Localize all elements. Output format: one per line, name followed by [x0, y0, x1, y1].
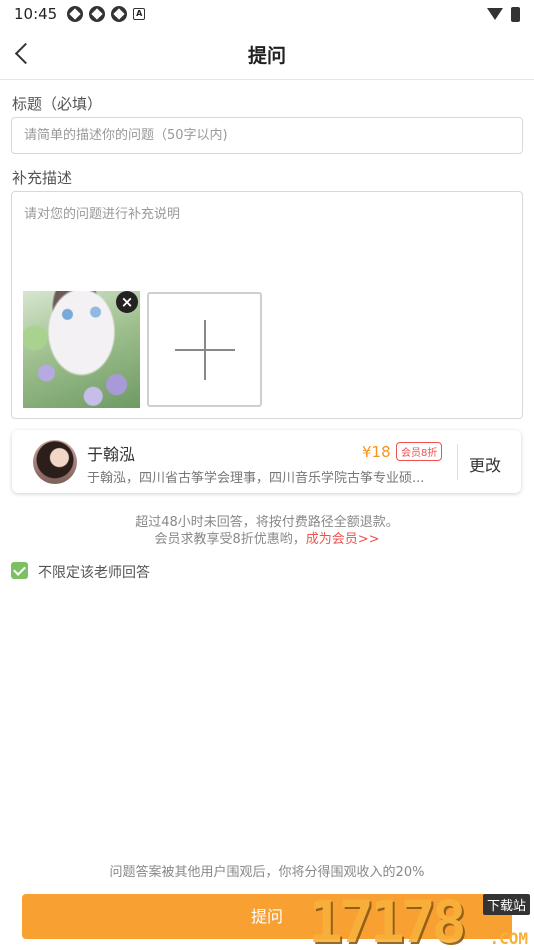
description-label: 补充描述	[12, 169, 73, 187]
unrestricted-label[interactable]: 不限定该老师回答	[38, 562, 150, 582]
description-placeholder: 请对您的问题进行补充说明	[24, 207, 181, 222]
status-bar: 10:45 A	[0, 0, 534, 28]
watermark-badge: 下载站	[482, 894, 530, 915]
teacher-card: 于翰泓 ¥18 会员8折 于翰泓，四川省古筝学会理事，四川音乐学院古筝专业硕..…	[12, 430, 521, 493]
notification-icon	[89, 6, 106, 22]
add-photo-button[interactable]	[147, 292, 262, 407]
title-label: 标题（必填）	[12, 95, 103, 113]
watermark-number: 17178	[308, 888, 467, 950]
teacher-price: ¥18	[362, 443, 391, 461]
become-member-link[interactable]: 成为会员>>	[306, 532, 380, 547]
remove-photo-icon[interactable]: ×	[116, 291, 138, 313]
revenue-note: 问题答案被其他用户围观后，你将分得围观收入的20%	[109, 865, 425, 880]
a-notification-icon: A	[133, 8, 146, 20]
description-textarea[interactable]: 请对您的问题进行补充说明 ×	[11, 191, 523, 419]
watermark-suffix: .COM	[489, 929, 528, 948]
site-watermark-logo: 17178 下载站 .COM	[308, 888, 534, 950]
change-teacher-button[interactable]: 更改	[469, 452, 501, 476]
page-title: 提问	[247, 45, 286, 67]
notification-icon	[67, 6, 84, 22]
teacher-name: 于翰泓	[87, 445, 136, 464]
notification-icon	[111, 6, 128, 22]
member-discount-badge: 会员8折	[396, 442, 443, 461]
teacher-description: 于翰泓，四川省古筝学会理事，四川音乐学院古筝专业硕...	[87, 471, 425, 486]
battery-icon	[511, 6, 520, 22]
divider	[457, 444, 458, 480]
member-notice-text: 会员求教享受8折优惠哟，	[154, 532, 306, 547]
teacher-avatar	[33, 440, 77, 484]
wifi-icon	[487, 8, 503, 20]
member-notice: 会员求教享受8折优惠哟，成为会员>>	[0, 528, 534, 547]
nav-bar: 提问	[0, 28, 534, 80]
status-time: 10:45	[14, 5, 58, 23]
title-input[interactable]: 请简单的描述你的问题（50字以内)	[11, 117, 523, 154]
unrestricted-checkbox[interactable]	[11, 562, 28, 579]
